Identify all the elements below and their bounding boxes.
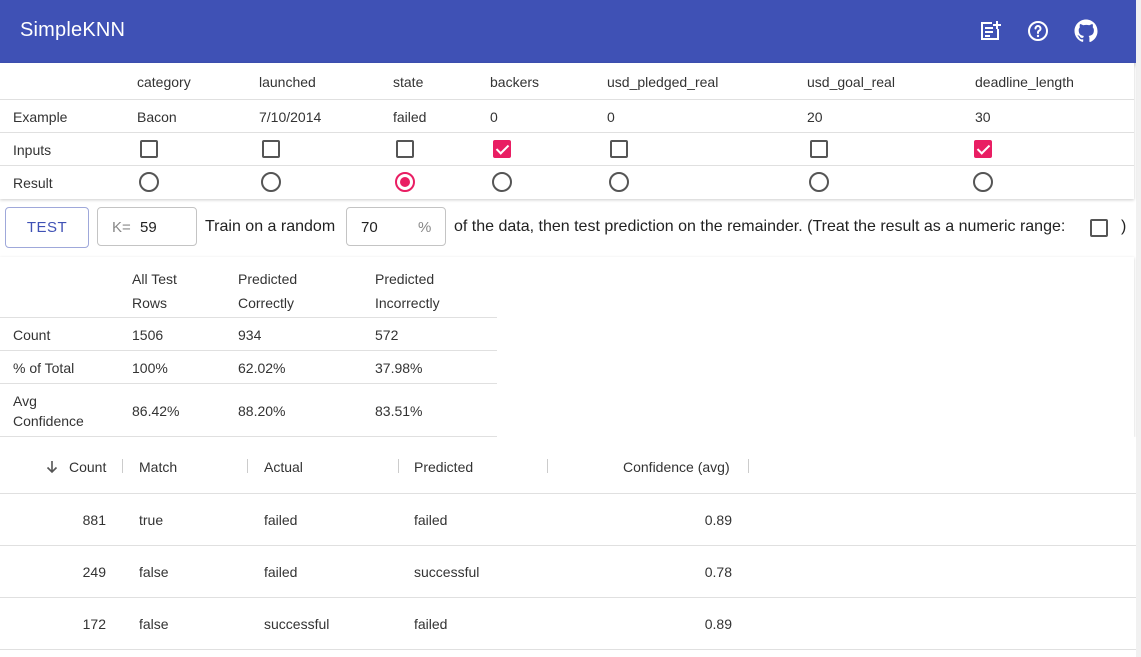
column-header-usd-pledged-real: usd_pledged_real xyxy=(607,74,719,90)
grid-header-actual[interactable]: Actual xyxy=(264,459,303,475)
result-radio-category[interactable] xyxy=(139,172,159,192)
grid-header-count[interactable]: Count xyxy=(69,459,106,475)
summary-cell: 572 xyxy=(375,327,399,343)
example-value: 7/10/2014 xyxy=(259,109,322,125)
grid-cell-actual: successful xyxy=(264,616,330,632)
test-button[interactable]: TEST xyxy=(5,207,89,248)
grid-cell-confidence: 0.89 xyxy=(704,512,732,528)
summary-cell: 1506 xyxy=(132,327,164,343)
summary-cell: 100% xyxy=(132,360,168,376)
column-header-state: state xyxy=(393,74,424,90)
grid-cell-match: false xyxy=(139,616,169,632)
percent-field[interactable]: 70 % xyxy=(346,207,446,246)
column-header-category: category xyxy=(137,74,191,90)
result-radio-deadline-length[interactable] xyxy=(973,172,993,192)
k-label: K= xyxy=(112,219,131,236)
example-value: 30 xyxy=(975,109,991,125)
summary-row-label: % of Total xyxy=(13,360,75,376)
summary-cell: 83.51% xyxy=(375,403,423,419)
input-checkbox-usd-pledged-real[interactable] xyxy=(610,140,628,158)
github-icon[interactable] xyxy=(1074,19,1098,43)
grid-cell-confidence: 0.89 xyxy=(704,616,732,632)
closing-paren: ) xyxy=(1121,218,1127,235)
summary-row-label: Count xyxy=(13,327,51,343)
app-bar: SimpleKNN xyxy=(0,0,1136,63)
grid-cell-count: 249 xyxy=(82,564,106,580)
example-value: 0 xyxy=(607,109,615,125)
column-header-launched: launched xyxy=(259,74,316,90)
summary-cell: 37.98% xyxy=(375,360,423,376)
sort-arrow-down-icon[interactable] xyxy=(44,459,60,475)
summary-header-all: All Test Rows xyxy=(132,271,177,311)
grid-cell-count: 881 xyxy=(82,512,106,528)
grid-cell-predicted: successful xyxy=(414,564,480,580)
example-value: 20 xyxy=(807,109,823,125)
grid-cell-predicted: failed xyxy=(414,512,448,528)
summary-header-incorrect: Predicted Incorrectly xyxy=(375,271,440,311)
grid-cell-actual: failed xyxy=(264,564,298,580)
result-radio-usd-pledged-real[interactable] xyxy=(609,172,629,192)
example-value: failed xyxy=(393,109,427,125)
note-add-icon[interactable] xyxy=(978,19,1002,43)
example-value: Bacon xyxy=(137,109,177,125)
grid-cell-actual: failed xyxy=(264,512,298,528)
input-checkbox-deadline-length[interactable] xyxy=(974,140,992,158)
summary-cell: 934 xyxy=(238,327,262,343)
row-label-inputs: Inputs xyxy=(13,142,52,158)
train-suffix-text: of the data, then test prediction on the… xyxy=(454,218,1066,235)
input-checkbox-state[interactable] xyxy=(396,140,414,158)
train-prefix-text: Train on a random xyxy=(205,218,336,235)
summary-row-label: Avg Confidence xyxy=(13,393,84,429)
result-radio-state[interactable] xyxy=(395,172,415,192)
column-header-deadline-length: deadline_length xyxy=(975,74,1074,90)
help-circle-icon[interactable] xyxy=(1026,19,1050,43)
grid-header-predicted[interactable]: Predicted xyxy=(414,459,473,475)
grid-cell-predicted: failed xyxy=(414,616,448,632)
k-field[interactable]: K= 59 xyxy=(97,207,197,246)
row-label-example: Example xyxy=(13,109,68,125)
input-checkbox-backers[interactable] xyxy=(493,140,511,158)
percent-value: 70 xyxy=(361,219,378,236)
app-title: SimpleKNN xyxy=(20,19,126,41)
input-checkbox-category[interactable] xyxy=(140,140,158,158)
input-checkbox-usd-goal-real[interactable] xyxy=(810,140,828,158)
summary-header-correct: Predicted Correctly xyxy=(238,271,298,311)
summary-cell: 86.42% xyxy=(132,403,180,419)
percent-suffix: % xyxy=(418,219,432,236)
numeric-range-checkbox[interactable] xyxy=(1090,219,1108,237)
grid-cell-match: false xyxy=(139,564,169,580)
summary-cell: 88.20% xyxy=(238,403,286,419)
row-label-result: Result xyxy=(13,175,53,191)
grid-cell-match: true xyxy=(139,512,164,528)
example-value: 0 xyxy=(490,109,498,125)
grid-cell-confidence: 0.78 xyxy=(704,564,732,580)
column-header-usd-goal-real: usd_goal_real xyxy=(807,74,895,90)
result-radio-backers[interactable] xyxy=(492,172,512,192)
scrollbar[interactable] xyxy=(1136,0,1141,657)
result-radio-launched[interactable] xyxy=(261,172,281,192)
column-header-backers: backers xyxy=(490,74,540,90)
k-value: 59 xyxy=(140,219,157,236)
result-radio-usd-goal-real[interactable] xyxy=(809,172,829,192)
summary-cell: 62.02% xyxy=(238,360,286,376)
input-checkbox-launched[interactable] xyxy=(262,140,280,158)
grid-header-confidence[interactable]: Confidence (avg) xyxy=(623,459,730,475)
grid-header-match[interactable]: Match xyxy=(139,459,177,475)
grid-cell-count: 172 xyxy=(82,616,106,632)
